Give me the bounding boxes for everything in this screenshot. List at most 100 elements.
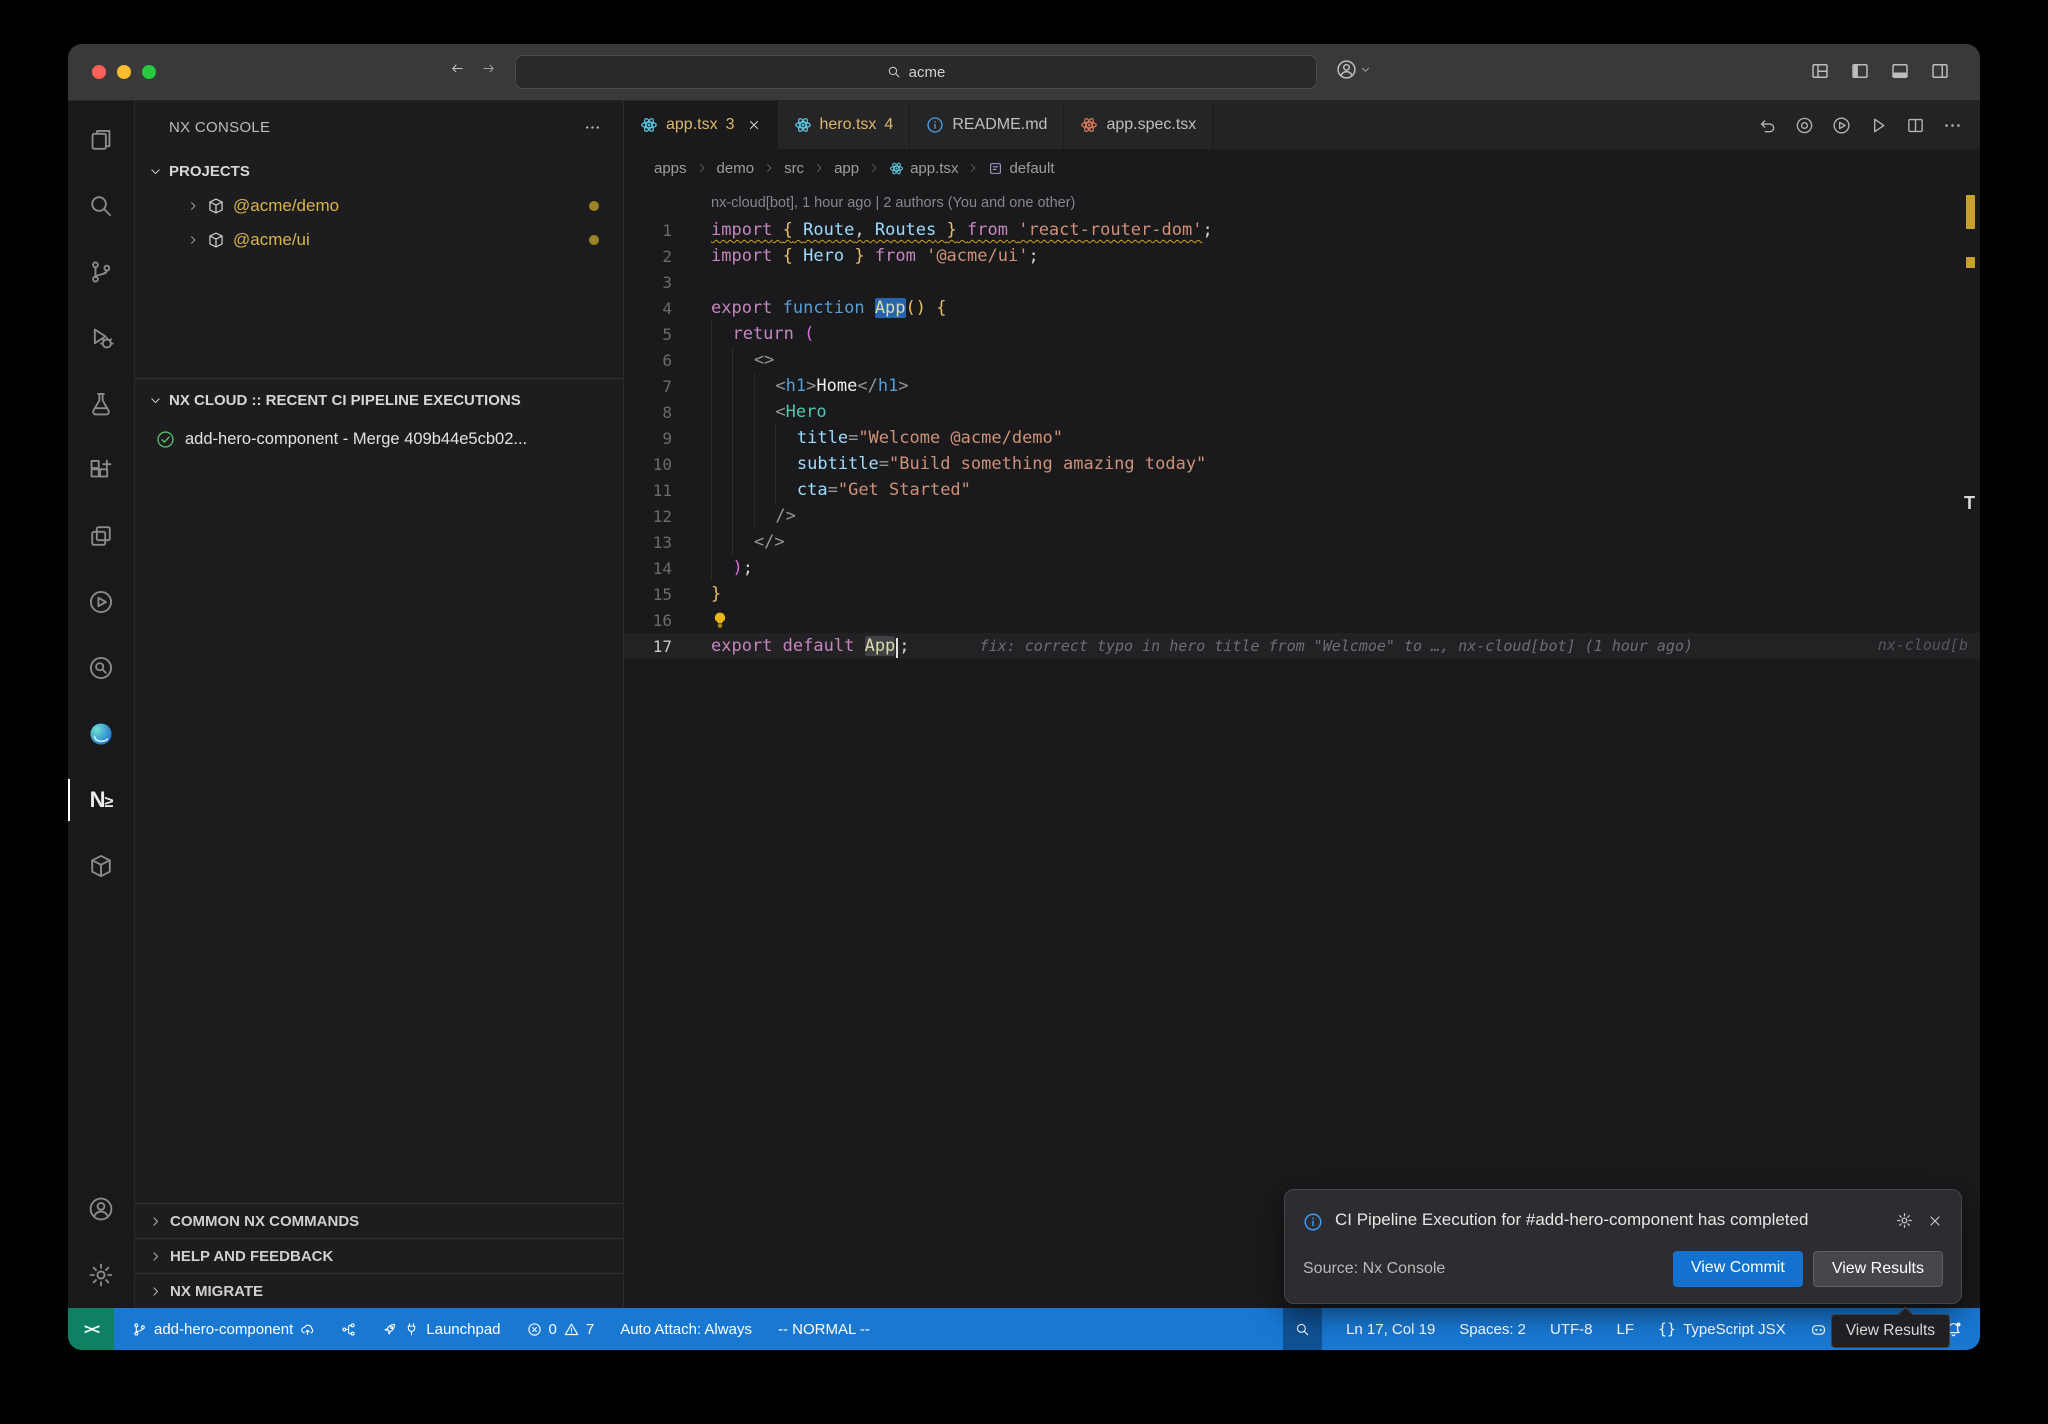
line-number: 3 — [624, 273, 672, 292]
line-number: 6 — [624, 351, 672, 370]
tab-app-spec-tsx[interactable]: app.spec.tsx — [1064, 101, 1213, 149]
profile-menu-button[interactable] — [1336, 59, 1371, 80]
vscode-window: acme N≥ NX CONSOLE PROJECTS — [68, 44, 1980, 1350]
sidebar-title: NX CONSOLE — [169, 119, 270, 136]
cursor-position-status[interactable]: Ln 17, Col 19 — [1346, 1321, 1435, 1338]
breadcrumb-item-app-tsx[interactable]: app.tsx — [889, 160, 958, 177]
launchpad-status[interactable]: Launchpad — [382, 1321, 500, 1338]
encoding-status[interactable]: UTF-8 — [1550, 1321, 1593, 1338]
error-circle-icon — [527, 1322, 542, 1337]
close-window-button[interactable] — [92, 65, 106, 79]
breadcrumb-item-apps[interactable]: apps — [654, 160, 687, 177]
remote-indicator[interactable]: >< — [68, 1308, 114, 1350]
close-icon[interactable] — [747, 118, 761, 132]
copilot-status[interactable] — [1810, 1321, 1827, 1338]
breadcrumb-item-src[interactable]: src — [784, 160, 804, 177]
line-number: 13 — [624, 533, 672, 552]
lightbulb-icon — [711, 611, 729, 629]
pipeline-status[interactable] — [341, 1322, 356, 1337]
activity-edge-tools[interactable] — [68, 701, 134, 767]
code-editor[interactable]: nx-cloud[bot], 1 hour ago | 2 authors (Y… — [624, 187, 1980, 1308]
indentation-status[interactable]: Spaces: 2 — [1459, 1321, 1526, 1338]
breadcrumb-item-default[interactable]: default — [988, 160, 1054, 177]
line-number: 12 — [624, 507, 672, 526]
project-item[interactable]: @acme/demo — [135, 189, 623, 223]
activity-code-inspect[interactable] — [68, 635, 134, 701]
tab-README-md[interactable]: README.md — [910, 101, 1064, 149]
explorer-icon — [88, 127, 114, 153]
history-back-button-icon — [450, 61, 465, 76]
section-header-common-nx-commands[interactable]: COMMON NX COMMANDS — [135, 1203, 623, 1238]
view-results-button[interactable]: View Results — [1813, 1251, 1943, 1287]
search-status[interactable] — [1283, 1308, 1322, 1350]
tab-app-tsx[interactable]: app.tsx 3 — [624, 101, 778, 149]
status-bar: >< add-hero-component Launchpad — [68, 1308, 1980, 1350]
command-center-search[interactable]: acme — [515, 55, 1317, 89]
warning-triangle-icon — [564, 1322, 579, 1337]
customize-layout-button[interactable] — [1810, 61, 1830, 81]
pipeline-icon — [341, 1322, 356, 1337]
activity-nx-console[interactable]: N≥ — [68, 767, 134, 833]
git-branch-icon — [132, 1322, 147, 1337]
split-editor-button[interactable] — [1906, 116, 1925, 135]
more-actions-icon[interactable] — [584, 119, 601, 136]
run-button[interactable] — [1869, 116, 1888, 135]
history-forward-button[interactable] — [481, 61, 496, 76]
run-target-button[interactable] — [1795, 116, 1814, 135]
ci-pipeline-item[interactable]: add-hero-component - Merge 409b44e5cb02.… — [135, 421, 623, 457]
line-number: 16 — [624, 611, 672, 630]
chevron-right-icon — [967, 162, 979, 174]
language-mode-status[interactable]: {} TypeScript JSX — [1658, 1320, 1786, 1338]
activity-source-control[interactable] — [68, 239, 134, 305]
activity-search[interactable] — [68, 173, 134, 239]
breadcrumb-item-app[interactable]: app — [834, 160, 859, 177]
breadcrumb-item-demo[interactable]: demo — [717, 160, 755, 177]
zoom-window-button[interactable] — [142, 65, 156, 79]
run-all-button[interactable] — [1832, 116, 1851, 135]
lightbulb-icon[interactable] — [711, 611, 729, 629]
toggle-primary-sidebar-button[interactable] — [1850, 61, 1870, 81]
code-line-5: 5 return ( — [624, 321, 1980, 347]
problems-status[interactable]: 0 7 — [527, 1321, 595, 1338]
section-header-nx-migrate[interactable]: NX MIGRATE — [135, 1273, 623, 1308]
activity-settings[interactable] — [68, 1242, 134, 1308]
activity-testing[interactable] — [68, 371, 134, 437]
toggle-panel-button[interactable] — [1890, 61, 1910, 81]
project-item[interactable]: @acme/ui — [135, 223, 623, 257]
chevron-down-icon — [149, 394, 162, 407]
warning-triangle-icon — [564, 1322, 579, 1337]
package-icon — [207, 197, 225, 215]
git-branch-status[interactable]: add-hero-component — [132, 1321, 315, 1338]
line-number: 15 — [624, 585, 672, 604]
more-actions-icon — [1943, 116, 1962, 135]
close-icon[interactable] — [1927, 1208, 1943, 1233]
chevron-right-icon — [868, 162, 880, 174]
navigate-back-button[interactable] — [1758, 116, 1777, 135]
close-icon — [1927, 1213, 1943, 1229]
activity-run-circle[interactable] — [68, 569, 134, 635]
activity-package-explorer[interactable] — [68, 833, 134, 899]
section-header-projects[interactable]: PROJECTS — [135, 153, 623, 189]
activity-remote-explorer[interactable] — [68, 503, 134, 569]
run-debug-icon — [88, 325, 114, 351]
section-header-help-and-feedback[interactable]: HELP AND FEEDBACK — [135, 1238, 623, 1273]
account-icon — [88, 1196, 114, 1222]
activity-explorer[interactable] — [68, 107, 134, 173]
activity-run-debug[interactable] — [68, 305, 134, 371]
gear-icon[interactable] — [1896, 1208, 1913, 1233]
toggle-secondary-sidebar-button[interactable] — [1930, 61, 1950, 81]
overview-ruler[interactable]: T — [1965, 187, 1977, 1308]
history-back-button[interactable] — [450, 61, 465, 76]
view-commit-button[interactable]: View Commit — [1673, 1251, 1803, 1287]
braces-icon: {} — [1658, 1320, 1676, 1338]
tab-hero-tsx[interactable]: hero.tsx 4 — [778, 101, 911, 149]
activity-extensions[interactable] — [68, 437, 134, 503]
minimize-window-button[interactable] — [117, 65, 131, 79]
eol-status[interactable]: LF — [1617, 1321, 1635, 1338]
activity-account[interactable] — [68, 1176, 134, 1242]
auto-attach-status[interactable]: Auto Attach: Always — [620, 1321, 752, 1338]
section-header-nx-cloud[interactable]: NX CLOUD :: RECENT CI PIPELINE EXECUTION… — [135, 379, 623, 421]
more-actions-button[interactable] — [1943, 116, 1962, 135]
rocket-icon — [382, 1322, 397, 1337]
code-line-1: 1 import { Route, Routes } from 'react-r… — [624, 217, 1980, 243]
